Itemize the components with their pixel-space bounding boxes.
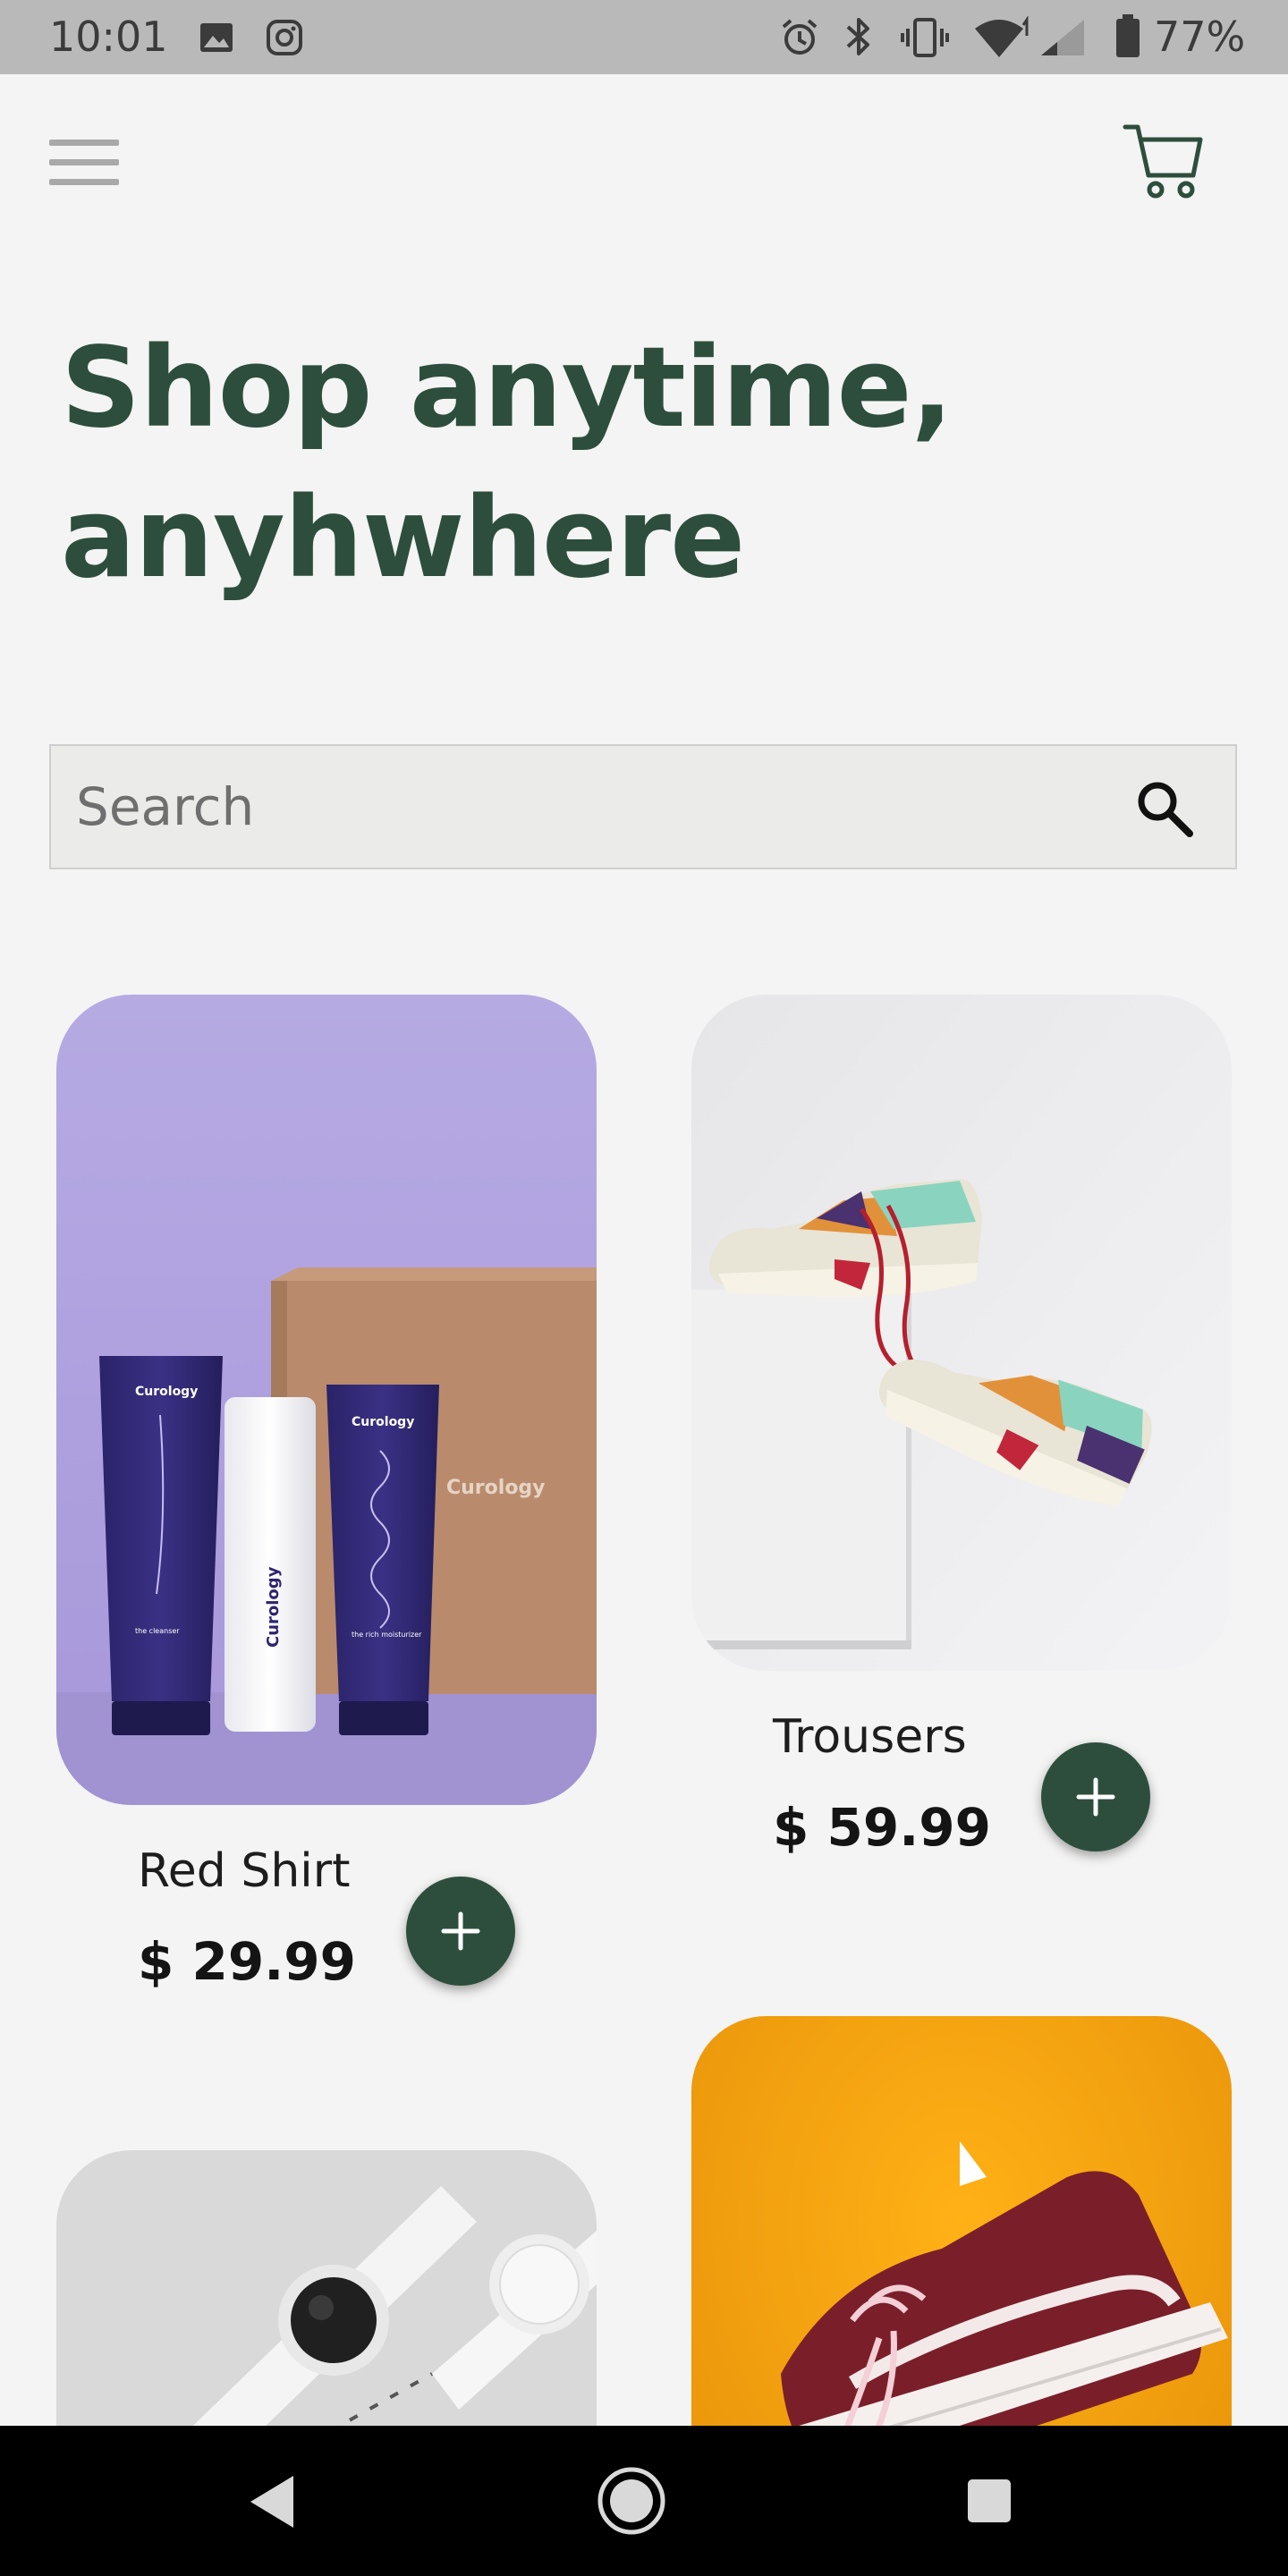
search-icon xyxy=(1138,782,1193,837)
status-time: 10:01 xyxy=(49,13,168,61)
add-to-cart-button[interactable] xyxy=(1041,1742,1150,1852)
home-circle-icon xyxy=(597,2467,665,2535)
product-price: $ 59.99 xyxy=(773,1797,992,1858)
search-button[interactable] xyxy=(1129,773,1200,844)
cart-button[interactable] xyxy=(1118,116,1208,206)
hamburger-menu-icon xyxy=(49,140,119,185)
svg-text:Curology: Curology xyxy=(264,1566,283,1648)
product-card-image[interactable]: Curology Curology the cleanser Curology … xyxy=(56,995,597,1805)
home-button[interactable] xyxy=(596,2465,667,2537)
image-icon xyxy=(200,23,233,52)
page-title-line-2: anyhwhere xyxy=(61,474,745,603)
shopping-cart-icon xyxy=(1123,124,1203,199)
menu-button[interactable] xyxy=(45,132,125,195)
page-title: Shop anytime, anyhwhere xyxy=(61,313,1224,614)
status-bar: 10:01 77% xyxy=(0,0,1288,74)
product-card-image[interactable] xyxy=(691,995,1232,1671)
wifi-icon xyxy=(975,16,1029,57)
product-name: Trousers xyxy=(773,1710,967,1764)
bluetooth-icon xyxy=(846,18,869,55)
instagram-icon xyxy=(267,20,302,55)
svg-text:the cleanser: the cleanser xyxy=(135,1627,180,1635)
skincare-products-photo: Curology Curology the cleanser Curology … xyxy=(56,995,597,1805)
battery-percentage: 77% xyxy=(1154,13,1246,61)
back-button[interactable] xyxy=(242,2470,304,2533)
page-title-line-1: Shop anytime, xyxy=(61,324,953,453)
add-to-cart-button[interactable] xyxy=(406,1877,515,1986)
svg-text:the rich moisturizer: the rich moisturizer xyxy=(352,1631,422,1639)
navigation-bar xyxy=(0,2426,1288,2576)
vibrate-icon xyxy=(901,18,949,57)
signal-icon xyxy=(1041,20,1084,55)
svg-text:Curology: Curology xyxy=(135,1385,198,1399)
sneakers-photo xyxy=(691,995,1232,1671)
battery-icon xyxy=(1116,14,1140,57)
recents-button[interactable] xyxy=(962,2474,1016,2528)
plus-icon xyxy=(441,1911,480,1951)
product-name: Red Shirt xyxy=(138,1844,351,1898)
plus-icon xyxy=(1076,1777,1115,1817)
search-input[interactable] xyxy=(76,746,1060,868)
product-price: $ 29.99 xyxy=(138,1931,357,1992)
svg-text:Curology: Curology xyxy=(446,1477,546,1499)
back-triangle-icon xyxy=(250,2476,293,2528)
alarm-icon xyxy=(782,19,818,55)
svg-text:Curology: Curology xyxy=(352,1415,414,1429)
app-screen: 10:01 77% Shop anytime, anyhwhere Search… xyxy=(0,0,1288,2576)
search-bar xyxy=(49,744,1237,869)
recents-square-icon xyxy=(968,2479,1011,2522)
